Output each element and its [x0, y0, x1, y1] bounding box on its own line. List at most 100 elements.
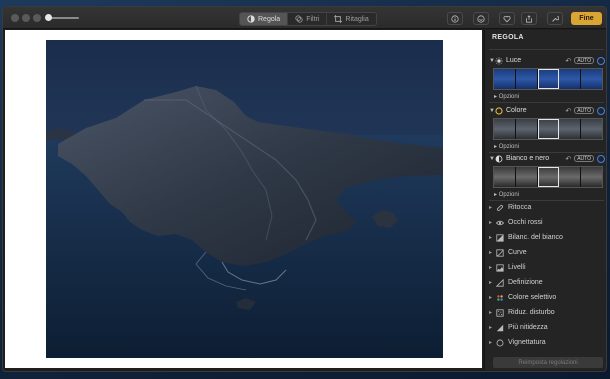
strip-frame — [581, 167, 602, 187]
tool-row-vignettatura[interactable]: ▸ Vignettatura — [489, 336, 605, 349]
auto-button[interactable]: AUTO — [574, 107, 594, 114]
tool-row-colore-selettivo[interactable]: ▸ Colore selettivo — [489, 291, 605, 304]
done-button[interactable]: Fine — [571, 12, 602, 25]
strip-frame — [494, 119, 516, 139]
tab-ritaglia-label: Ritaglia — [345, 15, 369, 23]
tool-row-livelli[interactable]: ▸ Livelli — [489, 261, 605, 274]
strip-frame — [515, 119, 538, 139]
tool-label: Vignettatura — [508, 339, 546, 346]
bianco-nero-options-label: Opzioni — [498, 192, 520, 198]
bianco-nero-preview-strip[interactable] — [493, 166, 603, 188]
info-button[interactable] — [447, 12, 463, 25]
strip-frame — [559, 119, 582, 139]
tool-row-bilanc-bianco[interactable]: ▸ Bilanc. del bianco — [489, 231, 605, 244]
favorite-button[interactable] — [499, 12, 515, 25]
tool-row-curve[interactable]: ▸ Curve — [489, 246, 605, 259]
tab-filtri-label: Filtri — [306, 15, 320, 23]
tab-regola-label: Regola — [258, 15, 281, 23]
chevron-right-icon: ▸ — [489, 205, 493, 211]
auto-button[interactable]: AUTO — [574, 155, 594, 162]
levels-icon — [496, 263, 504, 272]
tool-row-definizione[interactable]: ▸ Definizione — [489, 276, 605, 289]
chevron-right-icon: ▸ — [489, 265, 493, 271]
adjustment-colore-header[interactable]: ▼ Colore ↶ AUTO — [489, 105, 605, 116]
adjustment-toggle[interactable] — [597, 56, 605, 65]
chevron-right-icon: ▸ — [489, 340, 493, 346]
strip-frame — [515, 69, 538, 89]
tool-row-occhi-rossi[interactable]: ▸ Occhi rossi — [489, 216, 605, 229]
enhance-icon — [477, 14, 485, 23]
chevron-right-icon: ▸ — [489, 250, 493, 256]
fullscreen-window-button[interactable] — [33, 14, 41, 22]
curves-icon — [496, 248, 504, 257]
chevron-right-icon: ▸ — [489, 220, 493, 226]
tool-row-ritocca[interactable]: ▸ Ritocca — [489, 201, 605, 214]
auto-button[interactable]: AUTO — [574, 57, 594, 64]
strip-frame — [581, 119, 602, 139]
bandage-icon — [496, 204, 504, 212]
landscape-photo — [46, 40, 443, 358]
selective-color-icon — [496, 294, 504, 302]
minimize-window-button[interactable] — [22, 14, 30, 22]
strip-frame-selected — [537, 167, 560, 187]
adjustment-toggle[interactable] — [597, 106, 605, 115]
strip-frame — [581, 69, 602, 89]
chevron-right-icon: ▸ — [489, 295, 493, 301]
tool-label: Ritocca — [508, 204, 532, 211]
photo-canvas — [5, 30, 482, 368]
luce-options-disclosure[interactable]: ▸ Opzioni — [494, 93, 519, 100]
close-window-button[interactable] — [11, 14, 19, 22]
heart-icon — [503, 15, 511, 22]
undo-icon[interactable]: ↶ — [565, 107, 571, 115]
divider — [489, 49, 604, 50]
tool-label: Riduz. disturbo — [508, 309, 555, 316]
luce-preview-strip[interactable] — [493, 68, 603, 90]
tool-row-piu-nitidezza[interactable]: ▸ Più nitidezza — [489, 321, 605, 334]
strip-frame-selected — [537, 69, 560, 89]
chevron-right-icon: ▸ — [489, 235, 493, 241]
noise-icon — [496, 308, 504, 317]
undo-icon[interactable]: ↶ — [565, 155, 571, 163]
photo-preview[interactable] — [46, 40, 443, 358]
colore-preview-strip[interactable] — [493, 118, 603, 140]
tool-row-riduz-disturbo[interactable]: ▸ Riduz. disturbo — [489, 306, 605, 319]
tool-label: Colore selettivo — [508, 294, 557, 301]
colore-options-disclosure[interactable]: ▸ Opzioni — [494, 143, 519, 150]
enhance-button[interactable] — [473, 12, 489, 25]
bianco-nero-options-disclosure[interactable]: ▸ Opzioni — [494, 191, 519, 198]
strip-frame — [515, 167, 538, 187]
tab-regola[interactable]: Regola — [240, 13, 289, 25]
tools-button[interactable] — [547, 12, 563, 25]
strip-frame — [559, 69, 582, 89]
vignette-icon — [496, 339, 504, 347]
strip-frame — [494, 167, 516, 187]
adjustment-bianco-nero-header[interactable]: ▼ Bianco e nero ↶ AUTO — [489, 153, 605, 164]
undo-icon[interactable]: ↶ — [565, 57, 571, 65]
strip-frame-selected — [537, 119, 560, 139]
adjustments-sidebar: REGOLA ▼ Luce ↶ AUTO ▸ Opzioni ▼ Colore … — [484, 30, 606, 370]
color-circle-icon — [495, 106, 503, 115]
adjustment-luce-label: Luce — [506, 57, 522, 64]
luce-options-label: Opzioni — [498, 94, 520, 100]
edit-mode-tabs: Regola Filtri Ritaglia — [239, 12, 377, 26]
tool-label: Curve — [508, 249, 527, 256]
tools-icon — [552, 15, 559, 22]
white-balance-icon — [496, 233, 504, 242]
zoom-slider-knob[interactable] — [45, 14, 52, 21]
sidebar-title: REGOLA — [492, 34, 524, 41]
chevron-right-icon: ▸ — [489, 325, 493, 331]
reset-adjustments-button[interactable]: Reimposta regolazioni — [493, 357, 603, 368]
info-icon — [451, 14, 459, 23]
tab-ritaglia[interactable]: Ritaglia — [327, 13, 375, 25]
definition-icon — [496, 278, 504, 287]
tab-filtri[interactable]: Filtri — [288, 13, 328, 25]
strip-frame — [494, 69, 516, 89]
adjustment-luce-header[interactable]: ▼ Luce ↶ AUTO — [489, 55, 605, 66]
adjustment-bianco-nero-label: Bianco e nero — [506, 155, 550, 162]
adjustment-colore-label: Colore — [506, 107, 527, 114]
filters-icon — [295, 15, 303, 23]
share-button[interactable] — [521, 12, 537, 25]
tool-label: Più nitidezza — [508, 324, 548, 331]
adjustment-toggle[interactable] — [597, 154, 605, 163]
tool-label: Definizione — [508, 279, 543, 286]
